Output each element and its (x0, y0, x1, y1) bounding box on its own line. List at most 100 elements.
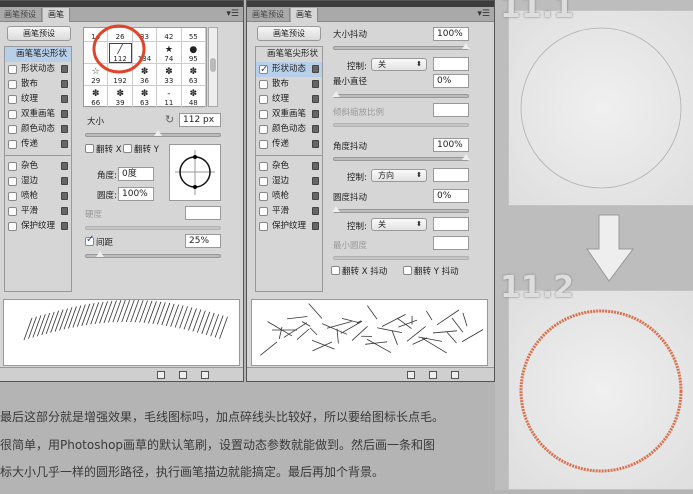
spacing-checkbox[interactable]: ✓ (85, 237, 94, 246)
lock-icon[interactable] (61, 140, 68, 148)
lock-icon[interactable] (312, 162, 319, 170)
list-item[interactable]: 双重画笔 (256, 107, 322, 122)
size-slider[interactable] (85, 133, 221, 137)
control-select-1[interactable]: 关⬍ (371, 58, 427, 71)
list-item[interactable]: 保护纹理 (5, 219, 71, 234)
lock-icon[interactable] (312, 110, 319, 118)
roundness-jitter-slider[interactable] (333, 209, 469, 213)
checkbox[interactable] (8, 80, 17, 89)
lock-icon[interactable] (312, 80, 319, 88)
lock-icon[interactable] (312, 207, 319, 215)
flip-x-jitter-checkbox[interactable] (331, 266, 340, 275)
list-item[interactable]: 喷枪 (256, 189, 322, 204)
brush-tip-cell[interactable]: ✽48 (182, 86, 206, 108)
brush-presets-button[interactable]: 画笔预设 (257, 26, 321, 41)
checkbox[interactable] (259, 177, 268, 186)
list-item-brush-tip-shape[interactable]: 画笔笔尖形状 (5, 47, 71, 62)
checkbox[interactable] (8, 140, 17, 149)
checkbox[interactable] (8, 125, 17, 134)
min-roundness-input[interactable] (433, 236, 469, 250)
angle-jitter-input[interactable]: 100% (433, 138, 469, 152)
brush-tip-cell[interactable]: 55 (182, 28, 206, 42)
lock-icon[interactable] (61, 162, 68, 170)
flip-y-jitter-checkbox[interactable] (403, 266, 412, 275)
list-item[interactable]: 湿边 (256, 174, 322, 189)
lock-icon[interactable] (61, 177, 68, 185)
list-item[interactable]: 颜色动态 (5, 122, 71, 137)
list-item[interactable]: 颜色动态 (256, 122, 322, 137)
angle-input[interactable]: 0度 (118, 167, 154, 181)
spacing-input[interactable]: 25% (185, 234, 221, 248)
min-diameter-slider[interactable] (333, 94, 469, 98)
angle-jitter-slider[interactable] (333, 157, 469, 161)
brush-tip-cell[interactable]: 42 (157, 28, 181, 42)
tab-brush[interactable]: 画笔 (43, 8, 70, 22)
hardness-input[interactable] (185, 206, 221, 220)
list-item[interactable]: 杂色 (256, 159, 322, 174)
list-item[interactable]: 形状动态 (5, 62, 71, 77)
checkbox[interactable] (8, 162, 17, 171)
size-input[interactable]: 112 px (179, 113, 221, 127)
brush-presets-button[interactable]: 画笔预设 (7, 26, 71, 41)
checkbox[interactable] (259, 222, 268, 231)
checkbox[interactable] (259, 125, 268, 134)
lock-icon[interactable] (61, 65, 68, 73)
list-item[interactable]: 湿边 (5, 174, 71, 189)
tab-brush[interactable]: 画笔 (291, 8, 318, 22)
list-item[interactable]: ✓形状动态 (256, 62, 322, 77)
brush-tip-cell[interactable]: ✽66 (84, 86, 108, 108)
brush-tip-cell[interactable]: ✽63 (133, 86, 157, 108)
brush-tip-cell[interactable]: ✽33 (157, 64, 181, 86)
checkbox[interactable] (259, 192, 268, 201)
list-item[interactable]: 喷枪 (5, 189, 71, 204)
panel-menu-icon[interactable]: ▾☰ (226, 9, 239, 19)
lock-icon[interactable] (312, 192, 319, 200)
list-item[interactable]: 纹理 (256, 92, 322, 107)
checkbox[interactable] (259, 140, 268, 149)
list-item-brush-tip-shape[interactable]: 画笔笔尖形状 (256, 47, 322, 62)
list-item[interactable]: 纹理 (5, 92, 71, 107)
list-item[interactable]: 散布 (256, 77, 322, 92)
checkbox[interactable] (8, 192, 17, 201)
size-jitter-input[interactable]: 100% (433, 27, 469, 41)
checkbox[interactable] (8, 177, 17, 186)
tab-brush-presets[interactable]: 画笔预设 (0, 8, 42, 22)
brush-tip-cell[interactable]: ✽63 (182, 64, 206, 86)
list-item[interactable]: 传递 (5, 137, 71, 152)
lock-icon[interactable] (61, 110, 68, 118)
panel-menu-icon[interactable]: ▾☰ (477, 9, 490, 19)
list-item[interactable]: 平滑 (5, 204, 71, 219)
grid-icon[interactable] (179, 371, 187, 379)
spacing-slider[interactable] (85, 254, 221, 258)
control-select-3[interactable]: 关⬍ (371, 218, 427, 231)
checkbox[interactable] (8, 110, 17, 119)
size-jitter-slider[interactable] (333, 46, 469, 50)
lock-icon[interactable] (312, 140, 319, 148)
brush-tip-cell[interactable]: ✽39 (108, 86, 132, 108)
checkbox[interactable] (8, 65, 17, 74)
toggle-preview-icon[interactable] (157, 371, 165, 379)
checkbox[interactable] (259, 95, 268, 104)
lock-icon[interactable] (312, 222, 319, 230)
lock-icon[interactable] (312, 95, 319, 103)
checkbox[interactable] (259, 207, 268, 216)
new-brush-icon[interactable] (451, 371, 459, 379)
list-item[interactable]: 双重画笔 (5, 107, 71, 122)
checkbox[interactable]: ✓ (259, 65, 268, 74)
tilt-scale-slider[interactable] (333, 123, 469, 127)
grid-scrollbar[interactable] (208, 27, 218, 107)
control-3-input[interactable] (433, 217, 469, 231)
min-roundness-slider[interactable] (333, 256, 469, 260)
min-diameter-input[interactable]: 0% (433, 74, 469, 88)
roundness-input[interactable]: 100% (118, 187, 154, 201)
checkbox[interactable] (8, 95, 17, 104)
control-1-input[interactable] (433, 57, 469, 71)
control-2-input[interactable] (433, 168, 469, 182)
tab-brush-presets[interactable]: 画笔预设 (247, 8, 290, 22)
brush-tip-cell[interactable]: ●95 (182, 42, 206, 64)
list-item[interactable]: 散布 (5, 77, 71, 92)
flip-y-checkbox[interactable] (123, 144, 132, 153)
brush-tip-cell[interactable]: ★74 (157, 42, 181, 64)
checkbox[interactable] (259, 80, 268, 89)
lock-icon[interactable] (61, 222, 68, 230)
